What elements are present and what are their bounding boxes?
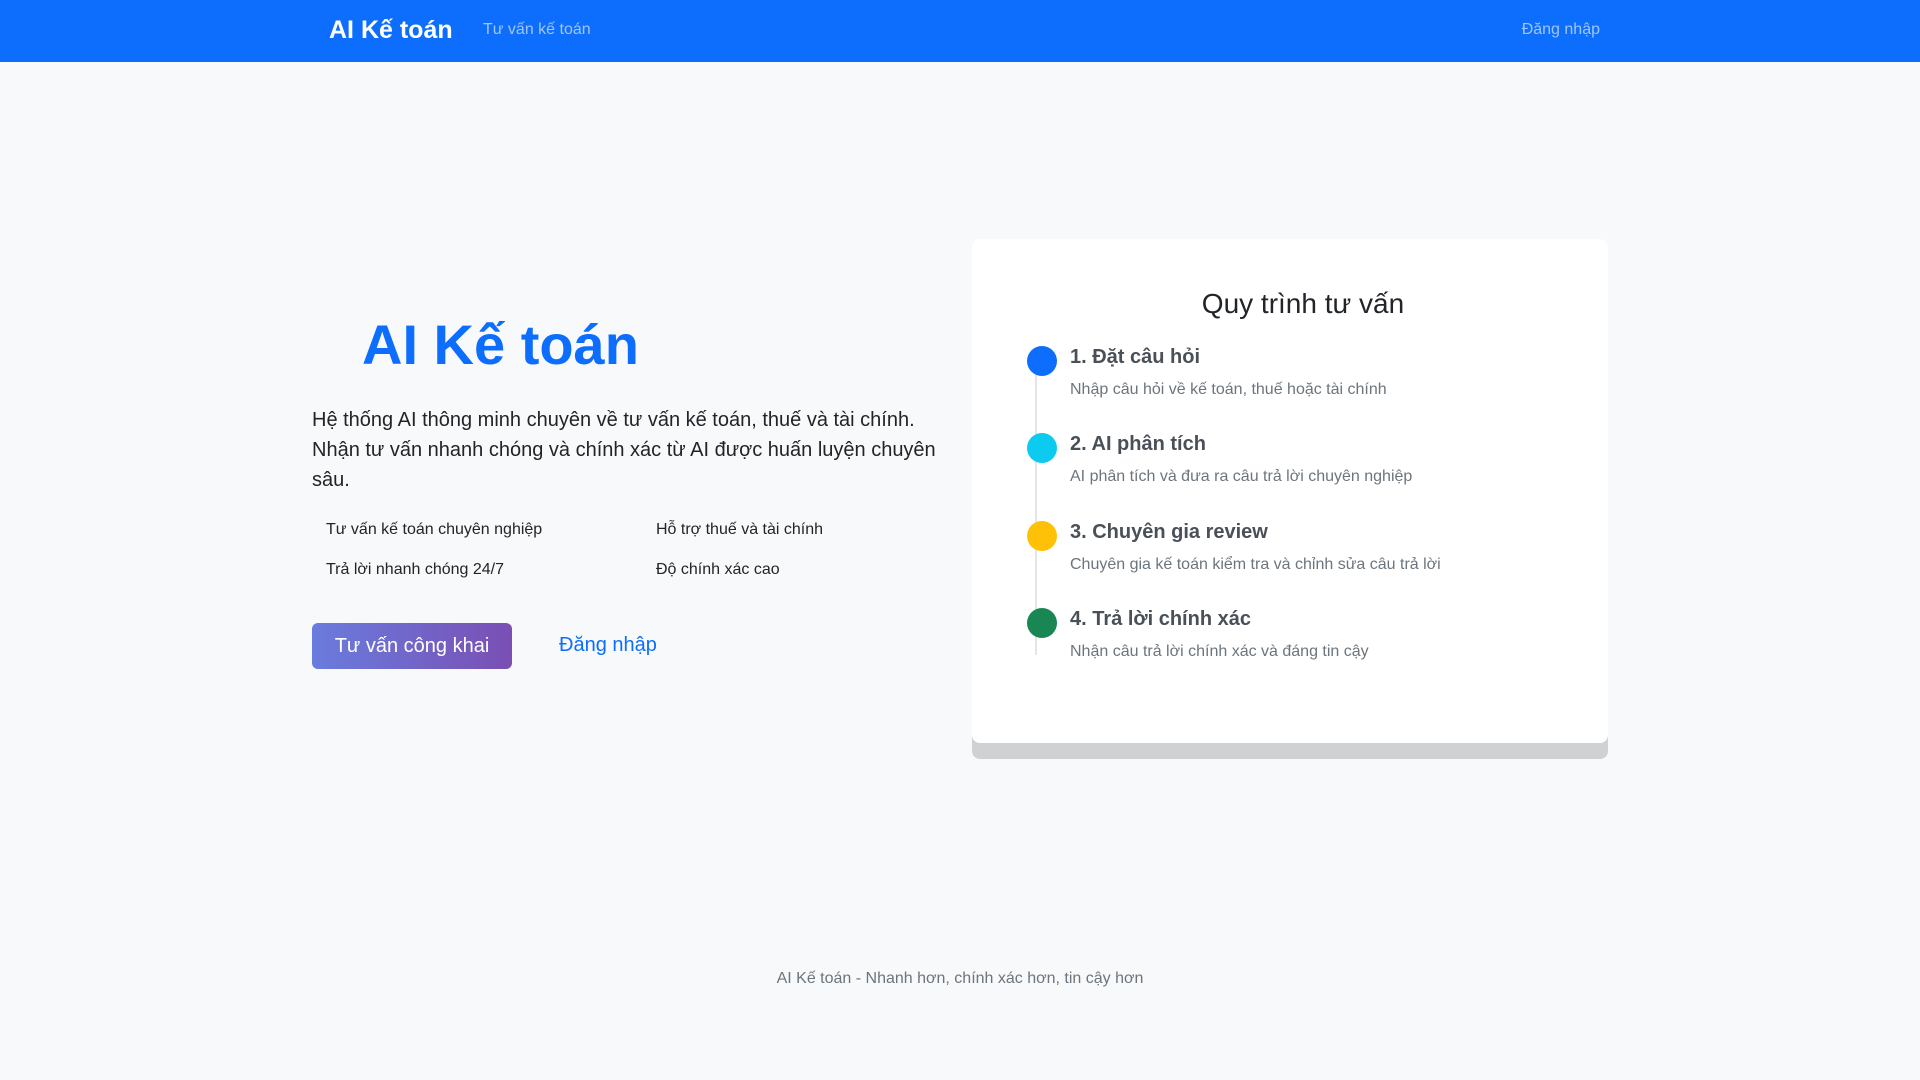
step-description: AI phân tích và đưa ra câu trả lời chuyê… (1070, 468, 1413, 485)
step-description: Nhập câu hỏi về kế toán, thuế hoặc tài c… (1070, 381, 1387, 398)
nav-link-consult[interactable]: Tư vấn kế toán (483, 21, 591, 39)
footer-text: AI Kế toán - Nhanh hơn, chính xác hơn, t… (776, 970, 1144, 987)
step-dot (1027, 521, 1057, 551)
process-title: Quy trình tư vấn (1201, 288, 1405, 319)
step-dot (1027, 346, 1057, 376)
step-dot (1027, 608, 1057, 638)
feature-item: Độ chính xác cao (656, 561, 780, 578)
step-title: 2. AI phân tích (1070, 433, 1206, 455)
navbar-brand[interactable]: AI Kế toán (329, 16, 453, 45)
feature-item: Hỗ trợ thuế và tài chính (656, 521, 824, 538)
hero-lead: Hệ thống AI thông minh chuyên về tư vấn … (312, 409, 936, 491)
step-description: Nhận câu trả lời chính xác và đáng tin c… (1070, 643, 1369, 660)
nav-link-login[interactable]: Đăng nhập (1522, 21, 1600, 39)
process-card: Quy trình tư vấn 1. Đặt câu hỏi Nhập câu… (972, 239, 1608, 743)
step-title: 1. Đặt câu hỏi (1070, 346, 1201, 368)
process-step: 4. Trả lời chính xác Nhận câu trả lời ch… (972, 608, 1608, 678)
step-title: 4. Trả lời chính xác (1070, 608, 1251, 630)
step-description: Chuyên gia kế toán kiểm tra và chỉnh sửa… (1070, 556, 1441, 573)
login-link[interactable]: Đăng nhập (559, 634, 657, 657)
process-step: 2. AI phân tích AI phân tích và đưa ra c… (972, 433, 1608, 503)
step-dot (1027, 433, 1057, 463)
feature-item: Trả lời nhanh chóng 24/7 (326, 561, 505, 578)
process-step: 1. Đặt câu hỏi Nhập câu hỏi về kế toán, … (972, 346, 1608, 416)
process-step: 3. Chuyên gia review Chuyên gia kế toán … (972, 521, 1608, 591)
feature-item: Tư vấn kế toán chuyên nghiệp (326, 521, 543, 538)
public-consult-button[interactable]: Tư vấn công khai (312, 623, 512, 669)
step-title: 3. Chuyên gia review (1070, 521, 1268, 543)
navbar: AI Kế toán Tư vấn kế toán Đăng nhập (0, 0, 1920, 62)
hero-title: AI Kế toán (362, 313, 639, 376)
